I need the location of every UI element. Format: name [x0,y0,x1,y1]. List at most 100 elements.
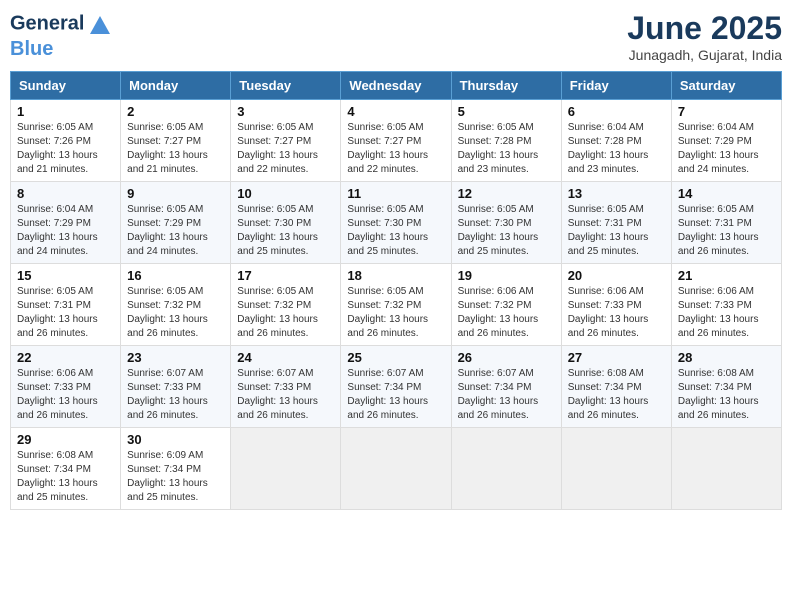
day-number: 4 [347,104,444,119]
calendar-cell: 18Sunrise: 6:05 AMSunset: 7:32 PMDayligh… [341,264,451,346]
calendar-cell: 15Sunrise: 6:05 AMSunset: 7:31 PMDayligh… [11,264,121,346]
location: Junagadh, Gujarat, India [627,47,782,63]
calendar-week-row: 22 Sunrise: 6:06 AMSunset: 7:33 PMDayligh… [11,346,782,428]
calendar-week-row: 1 Sunrise: 6:05 AMSunset: 7:26 PMDaylight… [11,100,782,182]
day-info: Sunrise: 6:07 AMSunset: 7:33 PMDaylight:… [237,367,334,423]
day-number: 18 [347,268,444,283]
day-info: Sunrise: 6:06 AMSunset: 7:33 PMDaylight:… [568,285,665,341]
day-number: 21 [678,268,775,283]
day-number: 2 [127,104,224,119]
calendar-cell: 28 Sunrise: 6:08 AMSunset: 7:34 PMDayligh… [671,346,781,428]
logo-text: General Blue [10,10,114,60]
day-number: 1 [17,104,114,119]
calendar-cell: 2 Sunrise: 6:05 AMSunset: 7:27 PMDaylight… [121,100,231,182]
calendar-cell [341,428,451,510]
day-of-week-header: Thursday [451,72,561,100]
day-info: Sunrise: 6:04 AMSunset: 7:28 PMDaylight:… [568,121,665,177]
day-info: Sunrise: 6:05 AMSunset: 7:31 PMDaylight:… [678,203,775,259]
day-of-week-header: Sunday [11,72,121,100]
calendar-week-row: 8 Sunrise: 6:04 AMSunset: 7:29 PMDaylight… [11,182,782,264]
calendar-cell: 3 Sunrise: 6:05 AMSunset: 7:27 PMDaylight… [231,100,341,182]
day-number: 20 [568,268,665,283]
calendar-cell [231,428,341,510]
day-info: Sunrise: 6:07 AMSunset: 7:34 PMDaylight:… [458,367,555,423]
calendar-cell: 16Sunrise: 6:05 AMSunset: 7:32 PMDayligh… [121,264,231,346]
day-number: 12 [458,186,555,201]
day-number: 11 [347,186,444,201]
calendar-cell: 29Sunrise: 6:08 AMSunset: 7:34 PMDayligh… [11,428,121,510]
calendar-cell: 20 Sunrise: 6:06 AMSunset: 7:33 PMDayligh… [561,264,671,346]
day-of-week-header: Wednesday [341,72,451,100]
day-number: 25 [347,350,444,365]
calendar-cell: 13Sunrise: 6:05 AMSunset: 7:31 PMDayligh… [561,182,671,264]
month-title: June 2025 [627,10,782,47]
calendar-cell: 26Sunrise: 6:07 AMSunset: 7:34 PMDayligh… [451,346,561,428]
calendar-cell: 12 Sunrise: 6:05 AMSunset: 7:30 PMDayligh… [451,182,561,264]
day-info: Sunrise: 6:05 AMSunset: 7:29 PMDaylight:… [127,203,224,259]
day-number: 24 [237,350,334,365]
day-info: Sunrise: 6:04 AMSunset: 7:29 PMDaylight:… [678,121,775,177]
day-number: 9 [127,186,224,201]
day-info: Sunrise: 6:05 AMSunset: 7:28 PMDaylight:… [458,121,555,177]
day-info: Sunrise: 6:05 AMSunset: 7:27 PMDaylight:… [347,121,444,177]
day-info: Sunrise: 6:06 AMSunset: 7:33 PMDaylight:… [678,285,775,341]
day-of-week-header: Friday [561,72,671,100]
calendar-cell: 24 Sunrise: 6:07 AMSunset: 7:33 PMDayligh… [231,346,341,428]
calendar-header-row: SundayMondayTuesdayWednesdayThursdayFrid… [11,72,782,100]
day-info: Sunrise: 6:05 AMSunset: 7:30 PMDaylight:… [237,203,334,259]
day-info: Sunrise: 6:05 AMSunset: 7:32 PMDaylight:… [237,285,334,341]
calendar-cell: 30 Sunrise: 6:09 AMSunset: 7:34 PMDayligh… [121,428,231,510]
day-number: 14 [678,186,775,201]
day-info: Sunrise: 6:05 AMSunset: 7:27 PMDaylight:… [237,121,334,177]
day-info: Sunrise: 6:06 AMSunset: 7:33 PMDaylight:… [17,367,114,423]
day-info: Sunrise: 6:07 AMSunset: 7:34 PMDaylight:… [347,367,444,423]
day-info: Sunrise: 6:08 AMSunset: 7:34 PMDaylight:… [568,367,665,423]
calendar-week-row: 29Sunrise: 6:08 AMSunset: 7:34 PMDayligh… [11,428,782,510]
calendar-cell: 10 Sunrise: 6:05 AMSunset: 7:30 PMDayligh… [231,182,341,264]
day-info: Sunrise: 6:05 AMSunset: 7:31 PMDaylight:… [568,203,665,259]
day-number: 17 [237,268,334,283]
day-number: 28 [678,350,775,365]
day-number: 23 [127,350,224,365]
day-info: Sunrise: 6:05 AMSunset: 7:27 PMDaylight:… [127,121,224,177]
day-number: 16 [127,268,224,283]
day-info: Sunrise: 6:09 AMSunset: 7:34 PMDaylight:… [127,449,224,505]
day-number: 10 [237,186,334,201]
day-number: 22 [17,350,114,365]
calendar-cell: 25 Sunrise: 6:07 AMSunset: 7:34 PMDayligh… [341,346,451,428]
day-number: 7 [678,104,775,119]
day-number: 5 [458,104,555,119]
calendar-cell: 4 Sunrise: 6:05 AMSunset: 7:27 PMDaylight… [341,100,451,182]
day-number: 15 [17,268,114,283]
day-info: Sunrise: 6:05 AMSunset: 7:26 PMDaylight:… [17,121,114,177]
day-of-week-header: Tuesday [231,72,341,100]
day-number: 3 [237,104,334,119]
day-info: Sunrise: 6:04 AMSunset: 7:29 PMDaylight:… [17,203,114,259]
calendar-cell: 1 Sunrise: 6:05 AMSunset: 7:26 PMDaylight… [11,100,121,182]
calendar-cell: 21 Sunrise: 6:06 AMSunset: 7:33 PMDayligh… [671,264,781,346]
day-info: Sunrise: 6:07 AMSunset: 7:33 PMDaylight:… [127,367,224,423]
day-of-week-header: Monday [121,72,231,100]
day-number: 27 [568,350,665,365]
calendar-cell: 11 Sunrise: 6:05 AMSunset: 7:30 PMDayligh… [341,182,451,264]
calendar-cell: 23 Sunrise: 6:07 AMSunset: 7:33 PMDayligh… [121,346,231,428]
title-block: June 2025 Junagadh, Gujarat, India [627,10,782,63]
calendar-cell: 5 Sunrise: 6:05 AMSunset: 7:28 PMDaylight… [451,100,561,182]
day-number: 29 [17,432,114,447]
logo: General Blue [10,10,114,60]
calendar-table: SundayMondayTuesdayWednesdayThursdayFrid… [10,71,782,510]
calendar-cell: 9 Sunrise: 6:05 AMSunset: 7:29 PMDaylight… [121,182,231,264]
day-info: Sunrise: 6:06 AMSunset: 7:32 PMDaylight:… [458,285,555,341]
day-info: Sunrise: 6:05 AMSunset: 7:30 PMDaylight:… [347,203,444,259]
day-of-week-header: Saturday [671,72,781,100]
calendar-cell: 7 Sunrise: 6:04 AMSunset: 7:29 PMDaylight… [671,100,781,182]
calendar-cell: 8 Sunrise: 6:04 AMSunset: 7:29 PMDaylight… [11,182,121,264]
day-info: Sunrise: 6:05 AMSunset: 7:30 PMDaylight:… [458,203,555,259]
calendar-cell: 22 Sunrise: 6:06 AMSunset: 7:33 PMDayligh… [11,346,121,428]
day-info: Sunrise: 6:08 AMSunset: 7:34 PMDaylight:… [678,367,775,423]
calendar-cell: 17 Sunrise: 6:05 AMSunset: 7:32 PMDayligh… [231,264,341,346]
day-number: 30 [127,432,224,447]
day-number: 8 [17,186,114,201]
calendar-week-row: 15Sunrise: 6:05 AMSunset: 7:31 PMDayligh… [11,264,782,346]
calendar-cell: 6Sunrise: 6:04 AMSunset: 7:28 PMDaylight… [561,100,671,182]
